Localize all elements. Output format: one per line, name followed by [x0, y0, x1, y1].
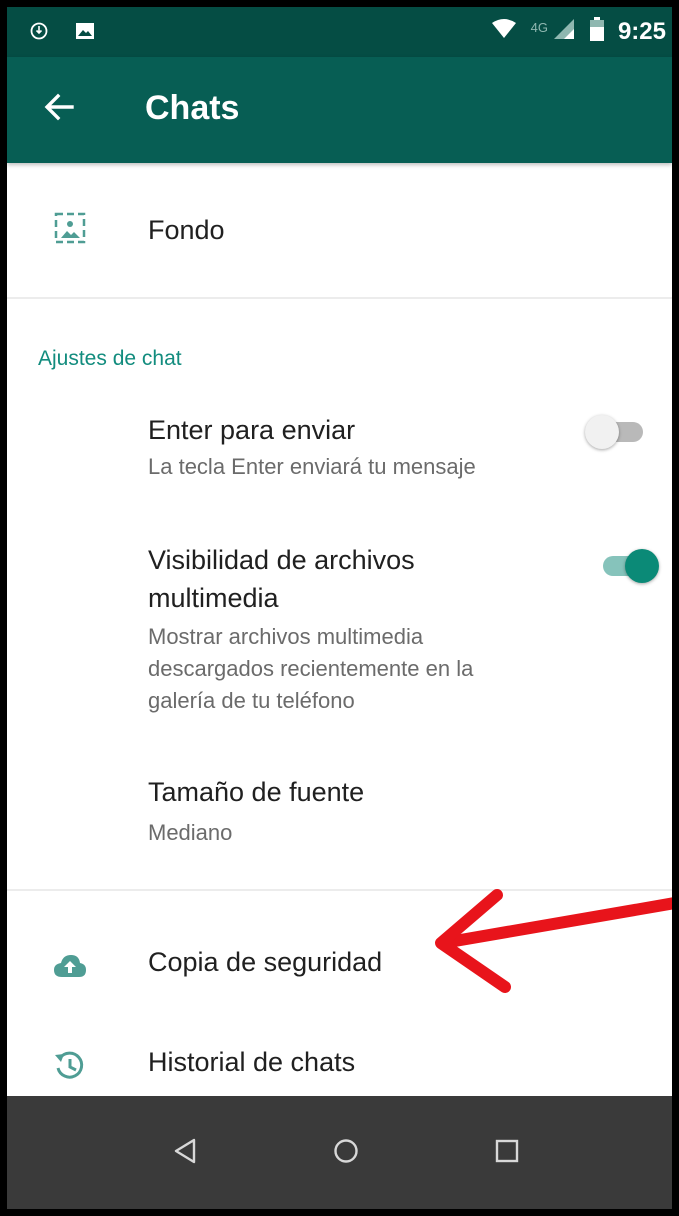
phone-screen: 4G 9:25 Chats Fondo Ajustes de chat Ente…: [0, 0, 679, 1216]
arrow-back-icon: [44, 93, 74, 126]
media-visibility-toggle[interactable]: [597, 543, 659, 587]
network-type: 4G: [530, 20, 548, 35]
status-bar: 4G 9:25: [7, 7, 672, 57]
wifi-icon: [491, 18, 517, 45]
cloud-upload-icon: [51, 947, 89, 985]
media-visibility-subtitle-line3: galería de tu teléfono: [148, 688, 355, 713]
enter-to-send-title: Enter para enviar: [148, 415, 356, 445]
chat-history-title: Historial de chats: [148, 1047, 356, 1077]
font-size-subtitle: Mediano: [148, 820, 233, 845]
cell-signal-icon: [552, 18, 576, 45]
data-saver-icon: [29, 21, 49, 46]
nav-recents-button[interactable]: [482, 1128, 532, 1178]
media-visibility-setting[interactable]: Visibilidad de archivos multimedia Mostr…: [7, 533, 672, 713]
battery-icon: [589, 17, 604, 46]
nav-home-button[interactable]: [321, 1128, 371, 1178]
back-button[interactable]: [37, 87, 81, 131]
enter-to-send-toggle[interactable]: [585, 409, 647, 453]
backup-title: Copia de seguridad: [148, 947, 383, 977]
font-size-title: Tamaño de fuente: [148, 777, 365, 807]
enter-to-send-setting[interactable]: Enter para enviar La tecla Enter enviará…: [7, 389, 672, 499]
media-visibility-subtitle-line1: Mostrar archivos multimedia: [148, 624, 424, 649]
divider: [7, 297, 672, 299]
system-nav-bar: [7, 1096, 672, 1209]
wallpaper-icon: [51, 209, 89, 247]
nav-back-button[interactable]: [160, 1128, 210, 1178]
nav-back-icon: [173, 1138, 197, 1169]
history-icon: [51, 1047, 89, 1085]
media-visibility-title-line1: Visibilidad de archivos: [148, 545, 415, 575]
font-size-setting[interactable]: Tamaño de fuente Mediano: [7, 753, 672, 873]
media-visibility-subtitle-line2: descargados recientemente en la: [148, 656, 474, 681]
clock: 9:25: [617, 17, 666, 45]
page-title: Chats: [145, 89, 240, 127]
annotation-arrow-icon: [435, 889, 672, 993]
wallpaper-setting[interactable]: Fondo: [7, 163, 672, 297]
media-visibility-title-line2: multimedia: [148, 583, 279, 613]
app-bar: Chats: [7, 57, 672, 163]
wallpaper-title: Fondo: [148, 215, 225, 245]
image-icon: [75, 21, 95, 46]
nav-home-icon: [333, 1138, 359, 1169]
enter-to-send-subtitle: La tecla Enter enviará tu mensaje: [148, 454, 476, 479]
section-header-chat-settings: Ajustes de chat: [38, 347, 182, 370]
nav-recents-icon: [495, 1139, 519, 1168]
